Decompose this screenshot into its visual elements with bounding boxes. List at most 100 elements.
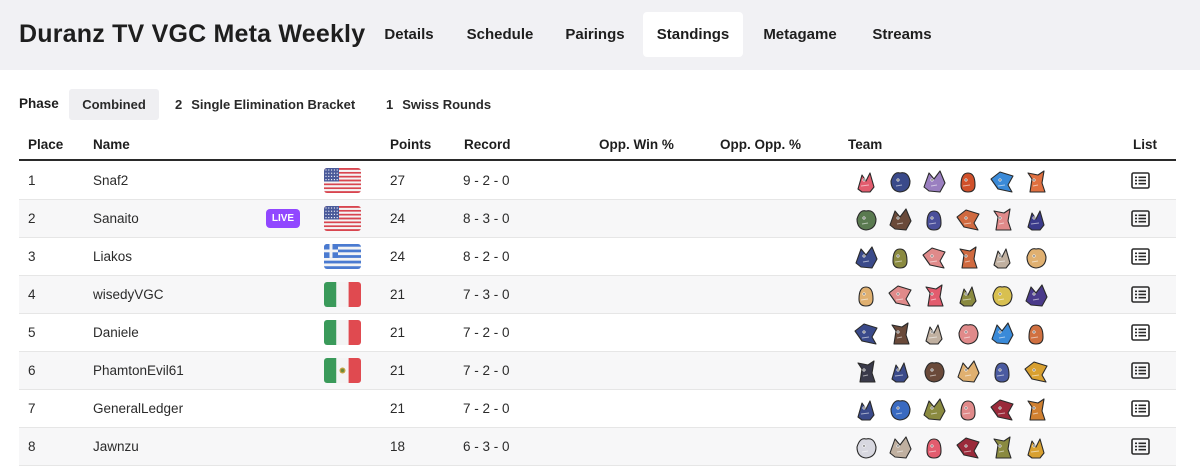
- country-flag-icon: [324, 168, 361, 193]
- column-header-points[interactable]: Points: [390, 137, 431, 152]
- pokemon-sprite-icon: [1022, 205, 1050, 233]
- record-cell: 7 - 2 - 0: [463, 363, 510, 378]
- country-flag-icon: [324, 358, 361, 383]
- pokemon-sprite-icon: [852, 167, 880, 195]
- column-header-opp-win[interactable]: Opp. Win %: [599, 137, 674, 152]
- table-row[interactable]: 5 Daniele 21 7 - 2 - 0: [19, 314, 1176, 352]
- team-sprites: [852, 395, 1062, 423]
- player-name[interactable]: Sanaito: [93, 200, 139, 237]
- place-cell: 7: [28, 401, 36, 416]
- table-row[interactable]: 7 GeneralLedger 21 7 - 2 - 0: [19, 390, 1176, 428]
- pokemon-sprite-icon: [954, 167, 982, 195]
- team-list-icon[interactable]: [1131, 286, 1150, 303]
- team-sprites: [852, 243, 1062, 271]
- pokemon-sprite-icon: [954, 357, 982, 385]
- points-cell: 27: [390, 173, 406, 188]
- pokemon-sprite-icon: [988, 167, 1016, 195]
- column-header-opp-opp[interactable]: Opp. Opp. %: [720, 137, 801, 152]
- pokemon-sprite-icon: [988, 357, 1016, 385]
- pokemon-sprite-icon: [886, 319, 914, 347]
- tab-metagame[interactable]: Metagame: [749, 12, 851, 57]
- points-cell: 21: [390, 325, 406, 340]
- team-list-icon[interactable]: [1131, 400, 1150, 417]
- pokemon-sprite-icon: [920, 319, 948, 347]
- live-badge[interactable]: LIVE: [266, 209, 300, 228]
- table-row[interactable]: 2 Sanaito LIVE 24 8 - 3 - 0: [19, 200, 1176, 238]
- column-header-place[interactable]: Place: [28, 137, 63, 152]
- team-sprites: [852, 167, 1062, 195]
- country-flag-icon: [324, 244, 361, 269]
- country-flag-icon: [324, 206, 361, 231]
- team-list-icon[interactable]: [1131, 324, 1150, 341]
- table-row[interactable]: 4 wisedyVGC 21 7 - 3 - 0: [19, 276, 1176, 314]
- phase-option-label: Combined: [82, 97, 146, 112]
- pokemon-sprite-icon: [886, 395, 914, 423]
- pokemon-sprite-icon: [988, 433, 1016, 461]
- team-list-icon[interactable]: [1131, 210, 1150, 227]
- phase-option-count: 2: [175, 97, 183, 112]
- table-row[interactable]: 8 Jawnzu 18 6 - 3 - 0: [19, 428, 1176, 466]
- pokemon-sprite-icon: [1022, 281, 1050, 309]
- table-row[interactable]: 6 PhamtonEvil61 21 7 - 2 - 0: [19, 352, 1176, 390]
- pokemon-sprite-icon: [852, 319, 880, 347]
- pokemon-sprite-icon: [1022, 395, 1050, 423]
- record-cell: 7 - 2 - 0: [463, 401, 510, 416]
- team-sprites: [852, 281, 1062, 309]
- pokemon-sprite-icon: [852, 395, 880, 423]
- pokemon-sprite-icon: [1022, 319, 1050, 347]
- record-cell: 6 - 3 - 0: [463, 439, 510, 454]
- pokemon-sprite-icon: [886, 205, 914, 233]
- pokemon-sprite-icon: [920, 205, 948, 233]
- column-header-team: Team: [848, 137, 883, 152]
- points-cell: 21: [390, 287, 406, 302]
- tab-streams[interactable]: Streams: [860, 12, 944, 57]
- table-row[interactable]: 1 Snaf2 27 9 - 2 - 0: [19, 162, 1176, 200]
- player-name[interactable]: PhamtonEvil61: [93, 352, 184, 389]
- place-cell: 3: [28, 249, 36, 264]
- pokemon-sprite-icon: [920, 167, 948, 195]
- pokemon-sprite-icon: [920, 395, 948, 423]
- phase-option-count: 1: [386, 97, 394, 112]
- player-name[interactable]: GeneralLedger: [93, 390, 183, 427]
- phase-option-label: Swiss Rounds: [402, 97, 492, 112]
- team-sprites: [852, 357, 1062, 385]
- tab-details[interactable]: Details: [369, 12, 449, 57]
- place-cell: 4: [28, 287, 36, 302]
- team-list-icon[interactable]: [1131, 248, 1150, 265]
- phase-swiss-rounds-button[interactable]: 1 Swiss Rounds: [386, 89, 491, 120]
- team-list-icon[interactable]: [1131, 438, 1150, 455]
- pokemon-sprite-icon: [852, 281, 880, 309]
- place-cell: 5: [28, 325, 36, 340]
- team-list-icon[interactable]: [1131, 172, 1150, 189]
- team-list-icon[interactable]: [1131, 362, 1150, 379]
- pokemon-sprite-icon: [988, 395, 1016, 423]
- column-header-record[interactable]: Record: [464, 137, 511, 152]
- pokemon-sprite-icon: [886, 281, 914, 309]
- points-cell: 21: [390, 363, 406, 378]
- pokemon-sprite-icon: [988, 319, 1016, 347]
- pokemon-sprite-icon: [1022, 357, 1050, 385]
- player-name[interactable]: Daniele: [93, 314, 139, 351]
- record-cell: 7 - 2 - 0: [463, 325, 510, 340]
- points-cell: 18: [390, 439, 406, 454]
- table-row[interactable]: 3 Liakos 24 8 - 2 - 0: [19, 238, 1176, 276]
- column-header-name[interactable]: Name: [93, 137, 130, 152]
- tab-schedule[interactable]: Schedule: [455, 12, 545, 57]
- tab-pairings[interactable]: Pairings: [553, 12, 637, 57]
- player-name[interactable]: Liakos: [93, 238, 132, 275]
- pokemon-sprite-icon: [1022, 167, 1050, 195]
- player-name[interactable]: Jawnzu: [93, 428, 139, 465]
- pokemon-sprite-icon: [988, 205, 1016, 233]
- pokemon-sprite-icon: [954, 319, 982, 347]
- phase-single-elimination-button[interactable]: 2 Single Elimination Bracket: [175, 89, 355, 120]
- pokemon-sprite-icon: [954, 243, 982, 271]
- player-name[interactable]: Snaf2: [93, 162, 128, 199]
- pokemon-sprite-icon: [954, 395, 982, 423]
- points-cell: 24: [390, 211, 406, 226]
- phase-option-label: Single Elimination Bracket: [191, 97, 356, 112]
- pokemon-sprite-icon: [954, 433, 982, 461]
- pokemon-sprite-icon: [852, 205, 880, 233]
- tab-standings[interactable]: Standings: [643, 12, 743, 57]
- phase-combined-button[interactable]: Combined: [69, 89, 159, 120]
- player-name[interactable]: wisedyVGC: [93, 276, 164, 313]
